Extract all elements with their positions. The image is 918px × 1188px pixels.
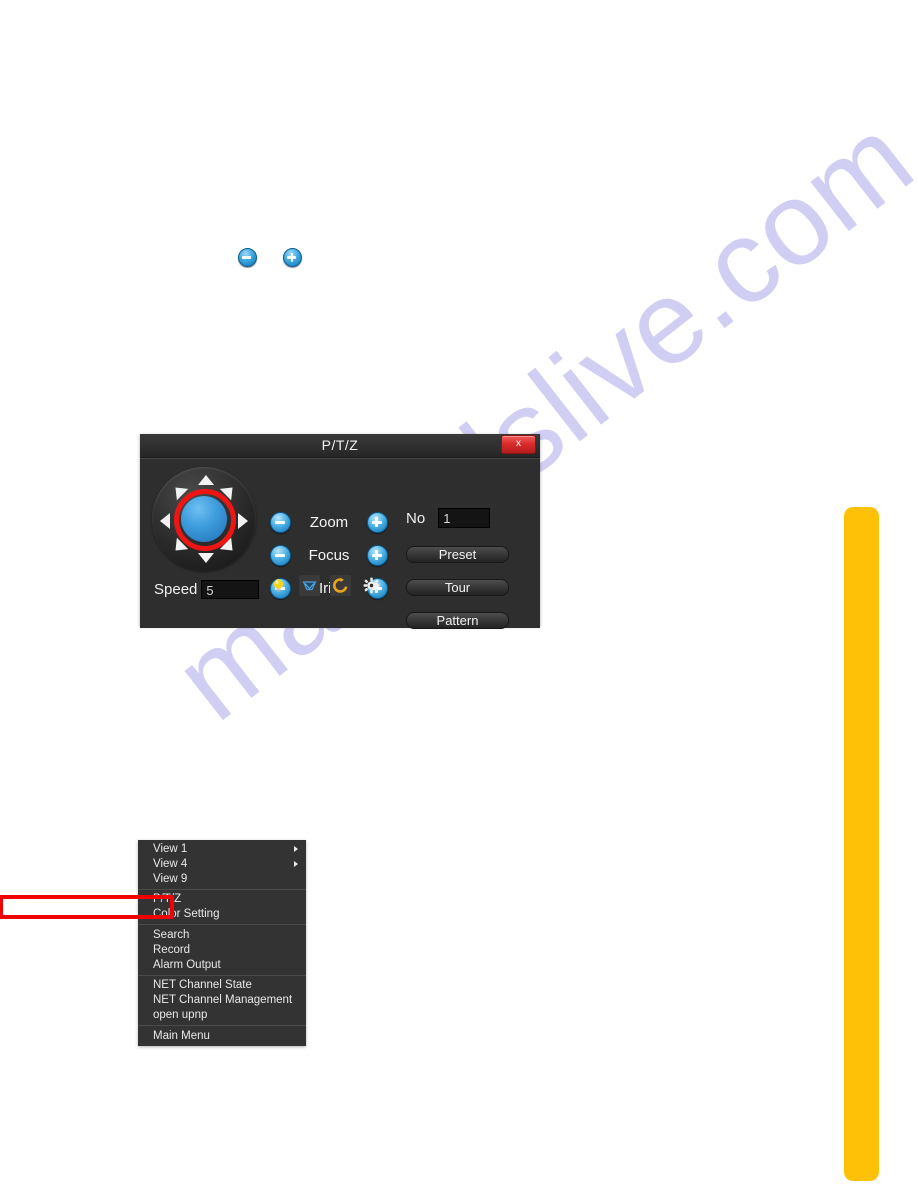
menu-item-label: Main Menu xyxy=(153,1029,210,1042)
zoom-increase-button[interactable] xyxy=(367,511,388,533)
speed-label: Speed xyxy=(154,581,198,598)
ptz-aux-icon-strip xyxy=(268,575,382,596)
focus-label: Focus xyxy=(308,546,350,564)
menu-item-net-channel-management[interactable]: NET Channel Management xyxy=(138,993,306,1008)
zoom-in-icon[interactable] xyxy=(283,248,302,267)
direction-pad-center-button[interactable] xyxy=(181,496,227,542)
focus-decrease-button[interactable] xyxy=(270,544,291,566)
focus-control-row: Focus xyxy=(270,543,388,567)
chevron-right-icon xyxy=(294,846,298,852)
zoom-control-row: Zoom xyxy=(270,510,388,534)
light-bulb-icon[interactable] xyxy=(268,575,289,596)
zoom-out-icon[interactable] xyxy=(238,248,257,267)
minus-bar xyxy=(274,520,285,524)
menu-item-alarm-output[interactable]: Alarm Output xyxy=(138,958,306,973)
menu-separator xyxy=(138,888,306,890)
close-icon[interactable]: x xyxy=(501,435,536,454)
inline-zoom-icons xyxy=(238,248,302,267)
ptz-dialog-title: P/T/Z xyxy=(321,437,359,453)
menu-item-open-upnp[interactable]: open upnp xyxy=(138,1008,306,1023)
menu-item-search[interactable]: Search xyxy=(138,928,306,943)
zoom-decrease-button[interactable] xyxy=(270,511,291,533)
menu-item-view-9[interactable]: View 9 xyxy=(138,872,306,887)
minus-bar xyxy=(242,256,251,259)
preset-number-row: No 1 xyxy=(406,508,491,528)
arrow-down-icon[interactable] xyxy=(198,553,214,563)
right-click-context-menu: View 1 View 4 View 9 P/T/Z Color Setting… xyxy=(138,840,306,1046)
menu-item-label: Record xyxy=(153,943,191,956)
menu-separator xyxy=(138,974,306,976)
menu-item-label: Color Setting xyxy=(153,908,220,921)
arrow-right-icon[interactable] xyxy=(238,513,248,529)
menu-item-label: NET Channel State xyxy=(153,979,252,992)
arrow-up-icon[interactable] xyxy=(198,475,214,485)
speed-row: Speed 5 xyxy=(154,580,260,599)
arrow-left-icon[interactable] xyxy=(160,513,170,529)
menu-item-label: open upnp xyxy=(153,1008,208,1021)
flip-rotate-icon[interactable] xyxy=(330,575,351,596)
menu-item-label: NET Channel Management xyxy=(153,994,293,1007)
menu-separator xyxy=(138,924,306,926)
menu-item-view-4[interactable]: View 4 xyxy=(138,857,306,872)
speed-input[interactable]: 5 xyxy=(201,580,260,599)
menu-item-label: View 9 xyxy=(153,872,188,885)
preset-button[interactable]: Preset xyxy=(406,546,509,563)
menu-item-record[interactable]: Record xyxy=(138,943,306,958)
ptz-direction-pad[interactable] xyxy=(152,467,256,571)
menu-item-color-setting[interactable]: Color Setting xyxy=(138,907,306,922)
preset-number-input[interactable]: 1 xyxy=(438,508,491,528)
plus-bar-vertical xyxy=(290,252,293,262)
menu-item-label: View 1 xyxy=(153,843,188,855)
menu-item-label: View 4 xyxy=(153,857,188,870)
wiper-icon[interactable] xyxy=(299,575,320,596)
pattern-button[interactable]: Pattern xyxy=(406,612,509,629)
ptz-titlebar[interactable]: P/T/Z x xyxy=(140,434,540,458)
menu-separator xyxy=(138,1025,306,1027)
menu-item-view-1[interactable]: View 1 xyxy=(138,842,306,857)
menu-item-label: Search xyxy=(153,928,190,941)
tour-button[interactable]: Tour xyxy=(406,579,509,596)
focus-increase-button[interactable] xyxy=(367,544,388,566)
watermark-text: manualslive.com xyxy=(151,91,918,746)
menu-item-label: Alarm Output xyxy=(153,958,221,971)
page-side-accent-bar xyxy=(844,507,879,1181)
ptz-dialog-body: Speed 5 Zoom Focus Iris No 1 Preset Tour… xyxy=(140,458,540,629)
plus-bar-vertical xyxy=(375,517,378,527)
chevron-right-icon xyxy=(294,860,298,867)
ptz-dialog: P/T/Z x Speed 5 Zoom Focus Iris No 1 Pre… xyxy=(140,434,540,629)
minus-bar xyxy=(274,553,285,557)
preset-number-label: No xyxy=(406,509,426,527)
menu-item-label: P/T/Z xyxy=(153,893,182,906)
plus-bar-vertical xyxy=(375,550,378,560)
menu-item-main-menu[interactable]: Main Menu xyxy=(138,1029,306,1044)
gear-icon[interactable] xyxy=(361,575,382,596)
zoom-label: Zoom xyxy=(309,513,349,531)
menu-item-ptz[interactable]: P/T/Z xyxy=(138,892,306,907)
menu-item-net-channel-state[interactable]: NET Channel State xyxy=(138,978,306,993)
